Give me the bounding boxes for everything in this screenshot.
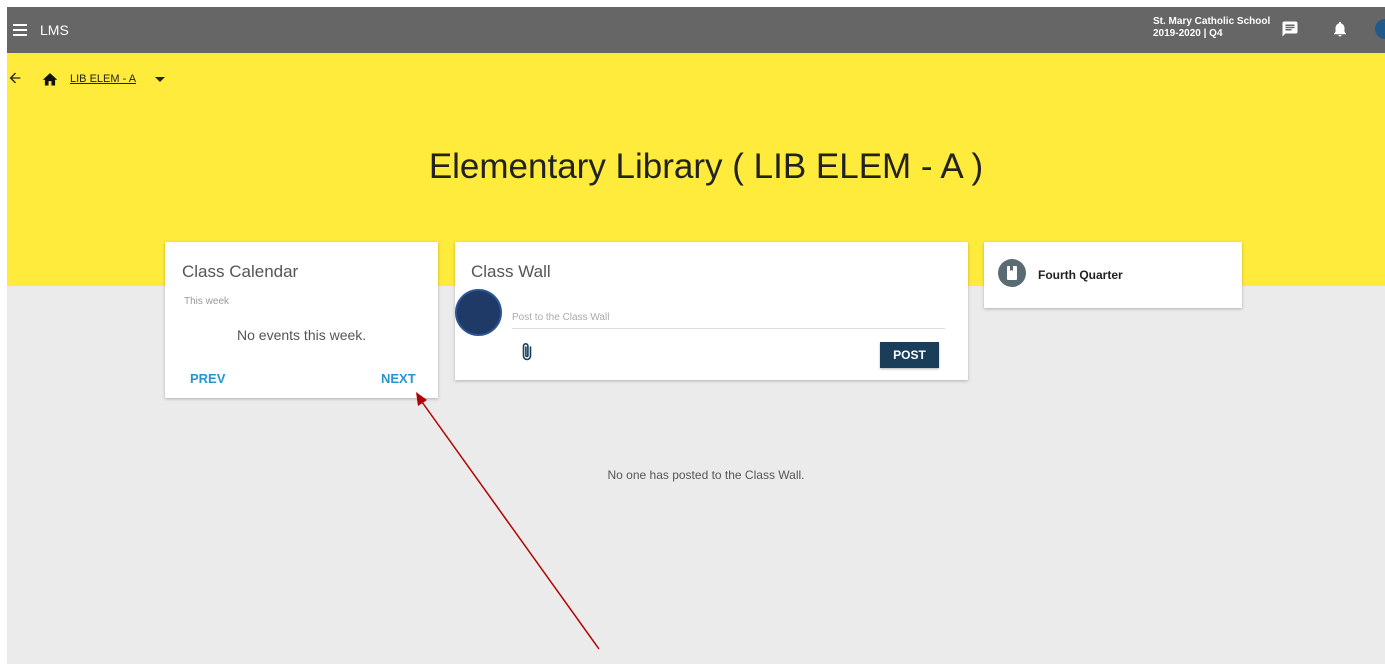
wall-title: Class Wall <box>471 262 551 281</box>
next-button[interactable]: NEXT <box>381 371 416 386</box>
school-name: St. Mary Catholic School <box>1153 16 1271 27</box>
school-term-info: St. Mary Catholic School 2019-2020 | Q4 <box>1153 16 1270 40</box>
user-avatar <box>455 289 502 336</box>
page-title: Elementary Library ( LIB ELEM - A ) <box>428 147 984 186</box>
home-icon[interactable] <box>41 71 59 87</box>
wall-empty-message: No one has posted to the Class Wall. <box>607 468 805 482</box>
bell-icon[interactable] <box>1331 19 1349 39</box>
grading-period-card[interactable]: Fourth Quarter <box>984 242 1242 308</box>
calendar-period-label: This week <box>184 296 230 307</box>
breadcrumb-course-link[interactable]: LIB ELEM - A <box>70 73 136 85</box>
class-calendar-card: Class Calendar This week No events this … <box>165 242 438 398</box>
user-avatar[interactable] <box>1375 19 1385 39</box>
book-icon <box>998 259 1026 287</box>
chevron-down-icon[interactable] <box>155 77 165 82</box>
back-arrow-icon[interactable] <box>7 70 23 86</box>
chat-icon[interactable] <box>1281 20 1299 38</box>
calendar-title: Class Calendar <box>182 262 299 281</box>
school-term: 2019-2020 | Q4 <box>1153 28 1223 39</box>
prev-button[interactable]: PREV <box>190 371 225 386</box>
grading-period-label: Fourth Quarter <box>1038 268 1123 282</box>
app-frame: LMS St. Mary Catholic School 2019-2020 |… <box>7 7 1385 664</box>
calendar-empty-message: No events this week. <box>237 327 367 343</box>
post-button[interactable]: POST <box>880 342 939 368</box>
class-wall-card: Class Wall POST <box>455 242 968 380</box>
menu-icon[interactable] <box>13 24 27 36</box>
app-title: LMS <box>40 22 69 38</box>
paperclip-icon[interactable] <box>521 342 533 362</box>
wall-post-input[interactable] <box>512 306 945 329</box>
top-app-bar: LMS St. Mary Catholic School 2019-2020 |… <box>7 7 1385 53</box>
